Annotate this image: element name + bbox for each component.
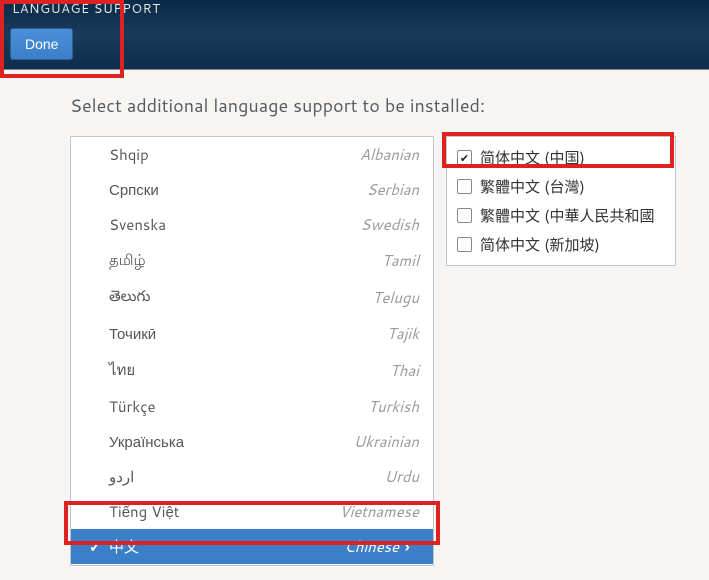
checkbox-icon[interactable] xyxy=(457,179,472,194)
language-english-label: Turkish xyxy=(368,396,419,417)
language-english-label: Vietnamese xyxy=(339,501,419,522)
language-english-label: Ukrainian xyxy=(354,431,419,452)
language-row[interactable]: ไทย Thai xyxy=(71,351,433,389)
variant-list[interactable]: 简体中文 (中国) 繁體中文 (台灣) 繁體中文 (中華人民共和國简体中文 (新加坡… xyxy=(446,136,676,266)
language-native-label: Українська xyxy=(109,431,184,452)
language-english-label: Telugu xyxy=(372,287,419,308)
page-title: LANGUAGE SUPPORT xyxy=(12,0,160,18)
language-native-label: اردو xyxy=(109,466,134,487)
variant-label: 繁體中文 (中華人民共和國 xyxy=(480,205,655,226)
language-native-label: 中文 xyxy=(109,536,139,557)
language-english-label: Serbian xyxy=(367,179,419,200)
language-row[interactable]: Српски Serbian xyxy=(71,172,433,207)
variant-row[interactable]: 繁體中文 (台灣) xyxy=(447,172,675,201)
language-english-label: Chinese xyxy=(344,536,399,557)
language-row[interactable]: ✓中文 Chinese › xyxy=(71,529,433,564)
header-bar: LANGUAGE SUPPORT Done xyxy=(0,0,709,70)
variant-row[interactable]: 简体中文 (新加坡) xyxy=(447,230,675,259)
language-row[interactable]: Svenska Swedish xyxy=(71,207,433,242)
language-native-label: Svenska xyxy=(109,214,166,235)
language-row[interactable]: తెలుగు Telugu xyxy=(71,278,433,316)
language-native-label: తెలుగు xyxy=(109,285,150,309)
language-native-label: Tiếng Việt xyxy=(109,501,180,522)
language-row[interactable]: اردو Urdu xyxy=(71,459,433,494)
language-row[interactable]: IsiZuluZulu xyxy=(71,564,433,566)
language-row[interactable]: Tiếng Việt Vietnamese xyxy=(71,494,433,529)
done-button[interactable]: Done xyxy=(10,28,73,60)
content-area: Select additional language support to be… xyxy=(0,70,709,566)
language-english-label: Swedish xyxy=(361,214,419,235)
variant-row[interactable]: 繁體中文 (中華人民共和國 xyxy=(447,201,675,230)
language-row[interactable]: Українська Ukrainian xyxy=(71,424,433,459)
language-native-label: Точикӣ xyxy=(109,323,156,344)
chevron-right-icon: › xyxy=(405,536,419,557)
language-native-label: தமிழ் xyxy=(109,249,146,271)
language-list[interactable]: Shqip Albanian Српски Serbian Svenska Swedish… xyxy=(70,136,434,566)
language-native-label: Türkçe xyxy=(109,396,156,417)
language-native-label: ไทย xyxy=(109,358,135,382)
language-native-label: Shqip xyxy=(109,144,149,165)
language-native-label: Српски xyxy=(109,179,159,200)
language-english-label: Thai xyxy=(390,360,419,381)
language-row[interactable]: Shqip Albanian xyxy=(71,137,433,172)
variant-label: 繁體中文 (台灣) xyxy=(480,176,585,197)
variant-label: 简体中文 (新加坡) xyxy=(480,234,600,255)
language-row[interactable]: Türkçe Turkish xyxy=(71,389,433,424)
prompt-text: Select additional language support to be… xyxy=(70,92,709,118)
variant-row[interactable]: 简体中文 (中国) xyxy=(447,143,675,172)
checkbox-icon[interactable] xyxy=(457,208,472,223)
checkbox-icon[interactable] xyxy=(457,237,472,252)
language-english-label: Tamil xyxy=(382,250,419,271)
check-icon: ✓ xyxy=(89,536,109,557)
language-row[interactable]: Точикӣ Tajik xyxy=(71,316,433,351)
language-row[interactable]: தமிழ் Tamil xyxy=(71,242,433,278)
language-english-label: Urdu xyxy=(385,466,420,487)
checkbox-icon[interactable] xyxy=(457,150,472,165)
language-english-label: Albanian xyxy=(360,144,419,165)
variant-label: 简体中文 (中国) xyxy=(480,147,585,168)
language-english-label: Tajik xyxy=(387,323,419,344)
